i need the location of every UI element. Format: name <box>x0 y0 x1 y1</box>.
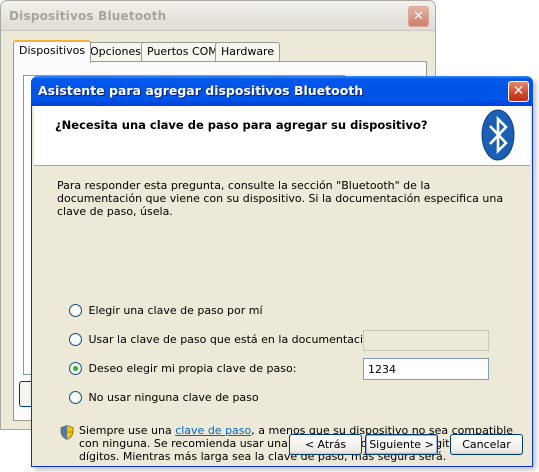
passkey-help-link[interactable]: clave de paso <box>175 424 251 437</box>
background-window-title: Dispositivos Bluetooth <box>9 9 167 23</box>
bluetooth-logo-icon <box>481 109 515 161</box>
option-label: Deseo elegir mi propia clave de paso: <box>88 362 297 375</box>
close-icon: ✕ <box>512 83 525 99</box>
next-button[interactable]: Siguiente > <box>365 434 438 455</box>
warning-text-before: Siempre use una <box>79 424 176 437</box>
security-shield-icon <box>60 425 74 440</box>
tab-dispositivos[interactable]: Dispositivos <box>13 40 92 63</box>
option-own-passkey[interactable]: Deseo elegir mi propia clave de paso: <box>69 361 297 378</box>
option-label: No usar ninguna clave de paso <box>88 391 259 404</box>
cancel-button[interactable]: Cancelar <box>450 434 523 455</box>
bluetooth-wizard-dialog: Asistente para agregar dispositivos Blue… <box>31 76 533 467</box>
option-choose-for-me[interactable]: Elegir una clave de paso por mí <box>69 303 263 320</box>
wizard-title: Asistente para agregar dispositivos Blue… <box>38 83 364 98</box>
radio-own-passkey[interactable] <box>69 361 82 375</box>
option-use-documentation-passkey[interactable]: Usar la clave de paso que está en la doc… <box>69 332 381 349</box>
radio-choose-for-me[interactable] <box>69 303 82 317</box>
own-passkey-input[interactable] <box>363 358 489 380</box>
background-close-button[interactable]: ✕ <box>408 6 429 27</box>
option-label: Usar la clave de paso que está en la doc… <box>88 333 381 346</box>
wizard-body: Para responder esta pregunta, consulte l… <box>32 166 532 466</box>
option-no-passkey[interactable]: No usar ninguna clave de paso <box>69 390 259 407</box>
wizard-header: ¿Necesita una clave de paso para agregar… <box>34 106 530 166</box>
back-button[interactable]: < Atrás <box>289 434 362 455</box>
wizard-heading: ¿Necesita una clave de paso para agregar… <box>55 118 428 132</box>
tab-puertos-com[interactable]: Puertos COM <box>141 42 224 62</box>
wizard-titlebar: Asistente para agregar dispositivos Blue… <box>31 76 533 106</box>
background-titlebar: Dispositivos Bluetooth ✕ <box>1 1 435 31</box>
wizard-close-button[interactable]: ✕ <box>508 81 529 102</box>
radio-use-documentation-passkey[interactable] <box>69 332 82 346</box>
tab-opciones[interactable]: Opciones <box>84 42 147 62</box>
intro-text: Para responder esta pregunta, consulte l… <box>57 179 504 218</box>
documentation-passkey-field <box>363 330 489 351</box>
close-icon: ✕ <box>413 9 424 24</box>
option-label: Elegir una clave de paso por mí <box>88 304 263 317</box>
radio-no-passkey[interactable] <box>69 390 82 404</box>
tab-hardware[interactable]: Hardware <box>215 42 281 62</box>
